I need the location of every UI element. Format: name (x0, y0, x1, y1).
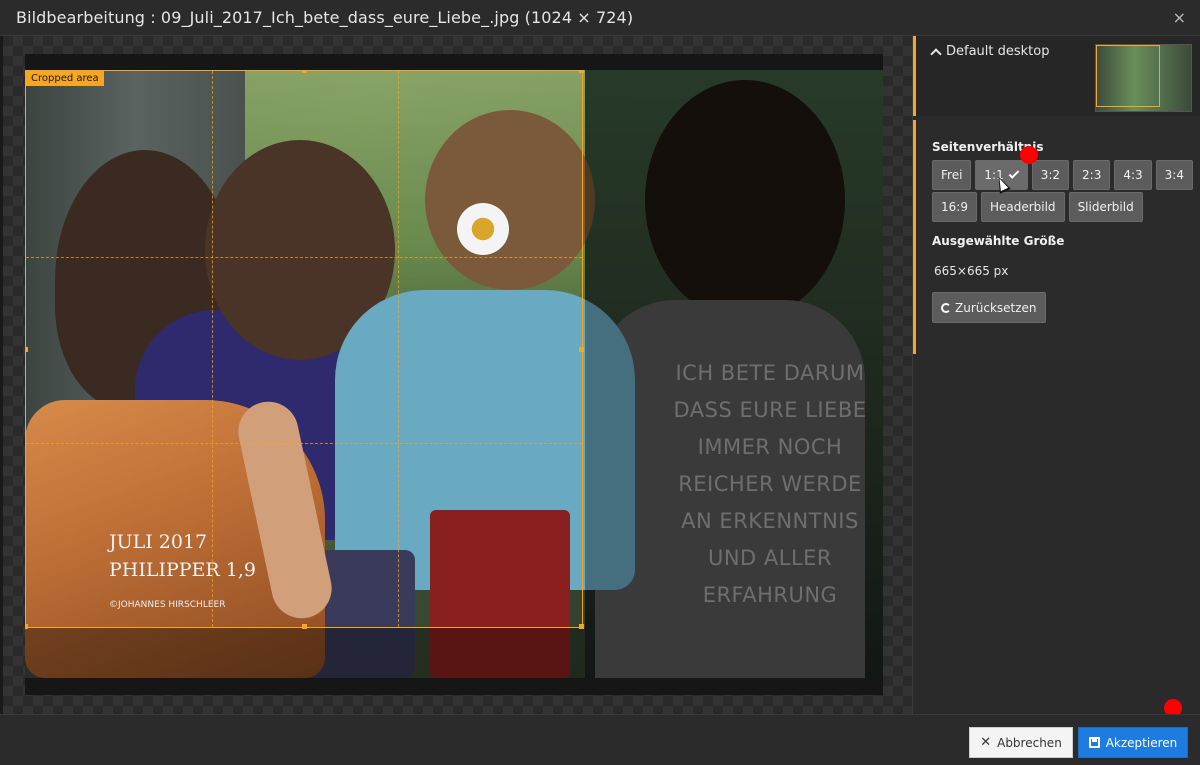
dialog-title: Bildbearbeitung : 09_Juli_2017_Ich_bete_… (16, 8, 634, 27)
save-icon (1088, 737, 1100, 748)
selected-size-label: Ausgewählte Größe (932, 234, 1065, 248)
ratio-button-label: 3:2 (1040, 168, 1061, 182)
ratio-button-sliderbild[interactable]: Sliderbild (1068, 192, 1143, 222)
ratio-button-3-2[interactable]: 3:2 (1031, 160, 1070, 190)
crop-handle-se[interactable] (579, 624, 584, 629)
cancel-button-label: Abbrechen (997, 735, 1062, 750)
crop-grid-line (398, 71, 399, 627)
crop-area[interactable]: Cropped area (25, 70, 584, 629)
ratio-button-label: Sliderbild (1077, 200, 1134, 214)
outside-crop-shade (585, 70, 883, 678)
dialog-footer: ✕ Abbrechen Akzeptieren (0, 714, 1200, 765)
crop-grid-line (26, 257, 582, 258)
ratio-button-label: 16:9 (941, 200, 968, 214)
click-marker (1020, 146, 1038, 164)
crop-handle-e[interactable] (579, 347, 584, 352)
ratio-button-label: 3:4 (1164, 168, 1184, 182)
ratio-button-label: Headerbild (989, 200, 1056, 214)
crop-variants-panel: Default desktop Seitenverhältnis Frei 1:… (912, 36, 1200, 714)
aspect-ratio-row-1: Frei 1:1 3:2 2:3 4:3 3:4 (932, 160, 1193, 190)
refresh-icon (941, 302, 951, 313)
crop-grid-line (26, 443, 582, 444)
crop-area-label: Cropped area (26, 71, 104, 86)
accept-button[interactable]: Akzeptieren (1078, 727, 1188, 758)
outside-crop-shade-bottom (25, 628, 585, 678)
canvas-frame: JULI 2017 PHILIPPER 1,9 ©JOHANNES HIRSCH… (25, 54, 883, 695)
aspect-ratio-row-2: 16:9 Headerbild Sliderbild (932, 192, 1143, 222)
photo: JULI 2017 PHILIPPER 1,9 ©JOHANNES HIRSCH… (25, 70, 883, 678)
ratio-button-16-9[interactable]: 16:9 (932, 192, 977, 222)
variant-name: Default desktop (946, 44, 1050, 59)
variant-header[interactable]: Default desktop (930, 44, 1050, 60)
ratio-button-label: Frei (941, 168, 963, 182)
dialog-titlebar: Bildbearbeitung : 09_Juli_2017_Ich_bete_… (0, 0, 1200, 36)
ratio-button-label: 2:3 (1082, 168, 1102, 182)
reset-button[interactable]: Zurücksetzen (932, 292, 1046, 323)
close-icon[interactable]: × (1173, 8, 1186, 27)
selected-size-value: 665×665 px (934, 264, 1009, 278)
accept-button-label: Akzeptieren (1105, 735, 1178, 750)
variant-controls: Seitenverhältnis Frei 1:1 3:2 2:3 4:3 3:… (913, 120, 1200, 354)
crop-handle-s[interactable] (302, 624, 307, 629)
ratio-button-2-3[interactable]: 2:3 (1073, 160, 1111, 190)
ratio-button-3-4[interactable]: 3:4 (1155, 160, 1193, 190)
ratio-button-4-3[interactable]: 4:3 (1114, 160, 1152, 190)
crop-handle-w[interactable] (25, 347, 28, 352)
times-icon: ✕ (980, 735, 992, 750)
ratio-button-label: 4:3 (1123, 168, 1143, 182)
image-stage: JULI 2017 PHILIPPER 1,9 ©JOHANNES HIRSCH… (0, 36, 912, 714)
crop-handle-n[interactable] (302, 70, 307, 73)
variant-thumbnail-crop (1096, 45, 1160, 107)
crop-handle-ne[interactable] (579, 70, 584, 73)
ratio-button-headerbild[interactable]: Headerbild (980, 192, 1065, 222)
crop-variant-default-desktop[interactable]: Default desktop (913, 36, 1200, 116)
cancel-button[interactable]: ✕ Abbrechen (969, 727, 1073, 758)
check-icon (1008, 168, 1020, 179)
reset-button-label: Zurücksetzen (955, 300, 1037, 315)
crop-handle-sw[interactable] (25, 624, 28, 629)
ratio-button-frei[interactable]: Frei (932, 160, 972, 190)
crop-grid-line (212, 71, 213, 627)
variant-thumbnail (1095, 44, 1192, 112)
chevron-up-icon (930, 47, 942, 60)
